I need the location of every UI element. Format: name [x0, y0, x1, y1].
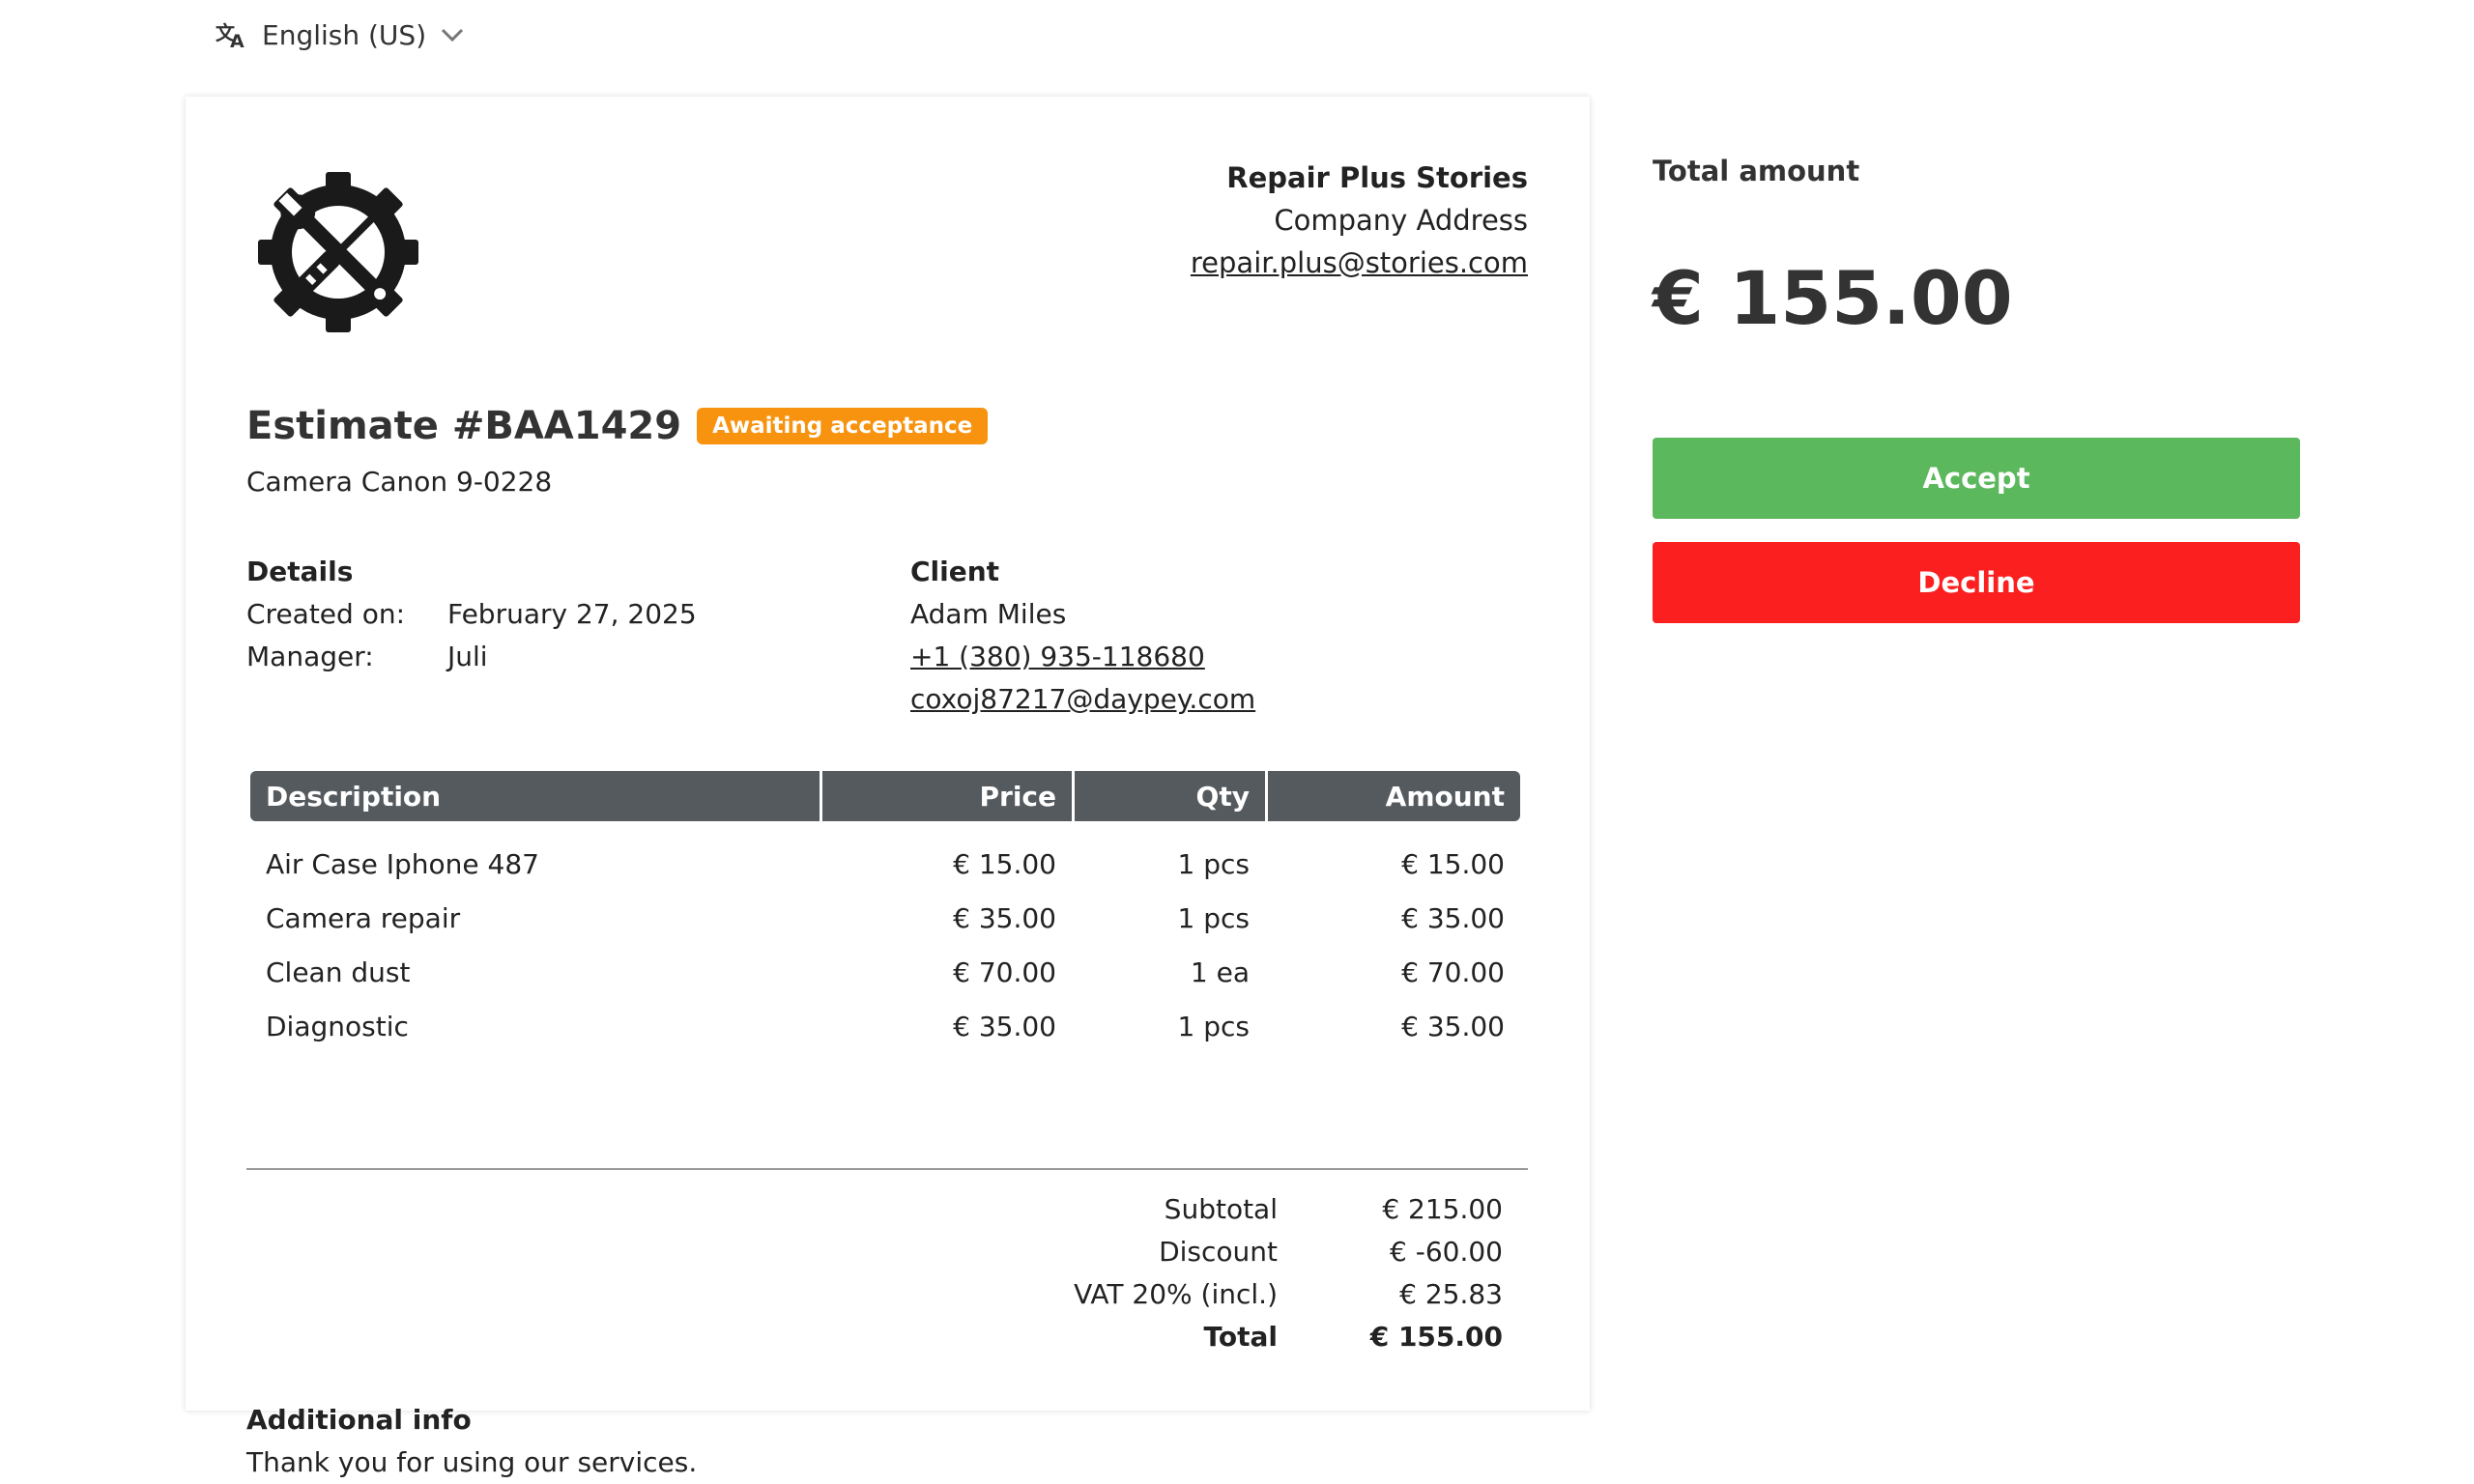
estimate-card: Repair Plus Stories Company Address repa… [186, 97, 1590, 1478]
translate-icon: 文 A [216, 20, 248, 49]
additional-info: Additional info Thank you for using our … [246, 1399, 697, 1484]
total-amount-label: Total amount [1653, 155, 1860, 187]
item-description: Diagnostic [266, 1010, 409, 1042]
column-header-description: Description [266, 780, 442, 813]
estimate-title: Estimate #BAA1429 [246, 404, 682, 448]
client-section: Client Adam Miles +1 (380) 935-118680 co… [910, 551, 1255, 721]
items-table: Description Price Qty Amount Air Case Ip… [250, 771, 1520, 1053]
total-amount-value: € 155.00 [1653, 255, 2013, 341]
item-amount: € 15.00 [1401, 847, 1505, 880]
vat-label: VAT 20% (incl.) [1074, 1278, 1278, 1310]
column-header-price: Price [820, 771, 1072, 821]
created-label: Created on: [246, 598, 406, 630]
company-email-link[interactable]: repair.plus@stories.com [1191, 246, 1528, 279]
table-row: Camera repair € 35.00 1 pcs € 35.00 [250, 891, 1520, 945]
discount-value: € -60.00 [1390, 1236, 1503, 1268]
details-section: Details Created on: February 27, 2025 Ma… [246, 551, 697, 678]
company-logo [246, 160, 430, 344]
item-price: € 35.00 [953, 901, 1056, 934]
client-email-link[interactable]: coxoj87217@daypey.com [910, 683, 1255, 715]
company-address: Company Address [1274, 204, 1528, 237]
details-heading: Details [246, 556, 354, 587]
item-qty: 1 ea [1190, 956, 1250, 988]
client-name: Adam Miles [910, 598, 1067, 630]
item-qty: 1 pcs [1177, 1010, 1250, 1042]
item-price: € 15.00 [953, 847, 1056, 880]
item-amount: € 35.00 [1401, 1010, 1505, 1042]
item-qty: 1 pcs [1177, 901, 1250, 934]
item-amount: € 70.00 [1401, 956, 1505, 988]
item-qty: 1 pcs [1177, 847, 1250, 880]
estimate-subtitle: Camera Canon 9-0228 [246, 466, 553, 498]
item-description: Air Case Iphone 487 [266, 847, 539, 880]
table-row: Clean dust € 70.00 1 ea € 70.00 [250, 945, 1520, 999]
language-selector[interactable]: 文 A English (US) [216, 14, 465, 56]
additional-info-heading: Additional info [246, 1404, 472, 1436]
table-row: Diagnostic € 35.00 1 pcs € 35.00 [250, 999, 1520, 1053]
additional-info-text: Thank you for using our services. [246, 1446, 698, 1478]
item-price: € 70.00 [953, 956, 1056, 988]
subtotal-value: € 215.00 [1382, 1193, 1503, 1225]
manager-value: Juli [447, 641, 488, 672]
status-badge: Awaiting acceptance [697, 408, 989, 444]
manager-label: Manager: [246, 641, 374, 672]
total-label: Total [1203, 1321, 1279, 1353]
company-info: Repair Plus Stories Company Address repa… [1191, 157, 1528, 284]
language-label: English (US) [262, 18, 427, 51]
chevron-down-icon [440, 26, 465, 43]
subtotal-label: Subtotal [1164, 1193, 1278, 1225]
table-row: Air Case Iphone 487 € 15.00 1 pcs € 15.0… [250, 837, 1520, 891]
item-amount: € 35.00 [1401, 901, 1505, 934]
total-value: € 155.00 [1369, 1321, 1503, 1353]
client-heading: Client [910, 556, 1000, 587]
column-header-amount: Amount [1265, 771, 1520, 821]
items-table-header: Description Price Qty Amount [250, 771, 1520, 821]
created-value: February 27, 2025 [447, 598, 697, 630]
totals-divider [246, 1168, 1528, 1170]
column-header-qty: Qty [1072, 771, 1265, 821]
decline-button[interactable]: Decline [1653, 542, 2300, 623]
totals-section: Subtotal € 215.00 Discount € -60.00 VAT … [862, 1188, 1503, 1358]
item-description: Clean dust [266, 956, 411, 988]
estimate-header: Estimate #BAA1429 Awaiting acceptance [246, 404, 989, 448]
client-phone-link[interactable]: +1 (380) 935-118680 [910, 641, 1205, 672]
discount-label: Discount [1159, 1236, 1278, 1268]
summary-panel: Total amount € 155.00 Accept Decline [1653, 155, 2300, 623]
item-price: € 35.00 [953, 1010, 1056, 1042]
item-description: Camera repair [266, 901, 461, 934]
vat-value: € 25.83 [1399, 1278, 1503, 1310]
company-name: Repair Plus Stories [1226, 161, 1528, 194]
svg-text:A: A [230, 31, 245, 49]
accept-button[interactable]: Accept [1653, 438, 2300, 519]
